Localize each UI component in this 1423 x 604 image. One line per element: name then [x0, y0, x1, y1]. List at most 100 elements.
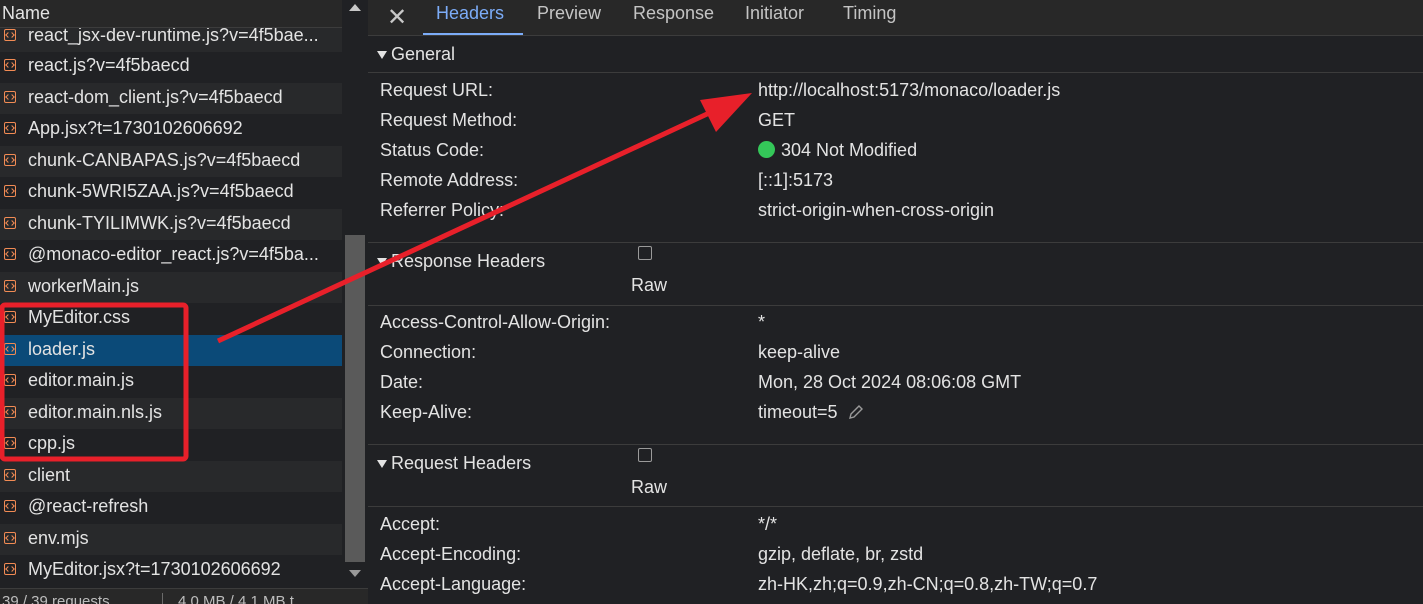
scrollbar-thumb[interactable] [345, 235, 365, 562]
request-name: react-dom_client.js?v=4f5baecd [28, 87, 283, 107]
request-row[interactable]: env.mjs [0, 524, 342, 555]
file-code-icon [4, 248, 16, 260]
header-key: Keep-Alive: [380, 402, 473, 422]
header-key: Date: [380, 372, 424, 392]
scroll-up-arrow-icon[interactable] [349, 4, 361, 11]
name-column-header[interactable]: Name [0, 0, 342, 28]
request-name: client [28, 465, 71, 485]
response-raw-checkbox[interactable] [638, 246, 652, 260]
request-headers-section-header[interactable]: Request Headers [368, 453, 1423, 479]
header-key: Referrer Policy: [380, 200, 505, 220]
status-divider [162, 593, 163, 604]
file-code-icon [4, 374, 16, 386]
header-value[interactable]: */* [758, 514, 777, 535]
header-value[interactable]: zh-HK,zh;q=0.9,zh-CN;q=0.8,zh-TW;q=0.7 [758, 574, 1097, 595]
status-bar: 39 / 39 requests 4.0 MB / 4.1 MB t [0, 588, 368, 604]
request-name: cpp.js [28, 433, 76, 453]
header-value[interactable]: GET [758, 110, 795, 131]
file-code-icon [4, 406, 16, 418]
header-value[interactable]: strict-origin-when-cross-origin [758, 200, 994, 221]
header-value[interactable]: * [758, 312, 765, 333]
request-name: editor.main.js [28, 370, 135, 390]
request-name: react_jsx-dev-runtime.js?v=4f5bae... [28, 28, 319, 45]
request-name: @monaco-editor_react.js?v=4f5ba... [28, 244, 319, 264]
request-row[interactable]: chunk-CANBAPAS.js?v=4f5baecd [0, 146, 342, 177]
header-key: Accept-Encoding: [380, 544, 522, 564]
header-value[interactable]: gzip, deflate, br, zstd [758, 544, 923, 565]
request-name: react.js?v=4f5baecd [28, 55, 190, 75]
active-tab-indicator [423, 33, 523, 35]
response-headers-section-header[interactable]: Response Headers [368, 251, 1423, 277]
file-code-icon [4, 280, 16, 292]
tab-preview[interactable]: Preview [537, 3, 601, 24]
header-key: Request Method: [380, 110, 518, 130]
request-row[interactable]: App.jsx?t=1730102606692 [0, 114, 342, 145]
triangle-down-icon [377, 258, 387, 266]
header-value[interactable]: http://localhost:5173/monaco/loader.js [758, 80, 1060, 101]
triangle-down-icon [377, 51, 387, 59]
details-tab-bar: ✕ Headers Preview Response Initiator Tim… [368, 0, 1423, 36]
close-icon[interactable]: ✕ [387, 3, 407, 32]
scroll-down-arrow-icon[interactable] [349, 570, 361, 577]
request-list-scrollbar[interactable] [342, 0, 368, 588]
pencil-icon[interactable] [848, 404, 864, 420]
request-name: loader.js [28, 339, 96, 359]
request-list-pane: Name react_jsx-dev-runtime.js?v=4f5bae..… [0, 0, 368, 604]
tab-headers[interactable]: Headers [436, 3, 504, 24]
header-key: Accept: [380, 514, 441, 534]
request-raw-checkbox[interactable] [638, 448, 652, 462]
request-row[interactable]: react_jsx-dev-runtime.js?v=4f5bae... [0, 28, 342, 52]
request-row[interactable]: editor.main.nls.js [0, 398, 342, 429]
request-name: editor.main.nls.js [28, 402, 163, 422]
header-value[interactable]: Mon, 28 Oct 2024 08:06:08 GMT [758, 372, 1021, 393]
tab-initiator[interactable]: Initiator [745, 3, 804, 24]
file-code-icon [4, 500, 16, 512]
request-row[interactable]: chunk-5WRI5ZAA.js?v=4f5baecd [0, 177, 342, 208]
status-dot-icon [758, 141, 775, 158]
request-row[interactable]: cpp.js [0, 429, 342, 460]
response-headers-title: Response Headers [391, 251, 546, 271]
status-code-value[interactable]: 304 Not Modified [758, 140, 917, 161]
divider [368, 305, 1423, 306]
header-value[interactable]: [::1]:5173 [758, 170, 833, 191]
request-name: chunk-5WRI5ZAA.js?v=4f5baecd [28, 181, 294, 201]
divider [368, 506, 1423, 507]
file-code-icon [4, 59, 16, 71]
response-raw-label[interactable]: Raw [631, 275, 667, 296]
request-row[interactable]: chunk-TYILIMWK.js?v=4f5baecd [0, 209, 342, 240]
request-row[interactable]: @react-refresh [0, 492, 342, 523]
request-name: @react-refresh [28, 496, 149, 516]
file-code-icon [4, 469, 16, 481]
request-row[interactable]: editor.main.js [0, 366, 342, 397]
triangle-down-icon [377, 460, 387, 468]
general-section-header[interactable]: General [368, 44, 1423, 70]
request-row[interactable]: react-dom_client.js?v=4f5baecd [0, 83, 342, 114]
header-key: Accept-Language: [380, 574, 527, 594]
request-name: workerMain.js [28, 276, 140, 296]
file-code-icon [4, 532, 16, 544]
keep-alive-value[interactable]: timeout=5 [758, 402, 864, 423]
request-headers-title: Request Headers [391, 453, 532, 473]
request-name: MyEditor.jsx?t=1730102606692 [28, 559, 281, 579]
request-row[interactable]: react.js?v=4f5baecd [0, 51, 342, 82]
transferred-size: 4.0 MB / 4.1 MB t [178, 593, 294, 604]
header-key: Request URL: [380, 80, 494, 100]
header-value: timeout=5 [758, 402, 838, 422]
tab-timing[interactable]: Timing [843, 3, 896, 24]
request-row[interactable]: @monaco-editor_react.js?v=4f5ba... [0, 240, 342, 271]
request-rows: react_jsx-dev-runtime.js?v=4f5bae... rea… [0, 28, 342, 588]
header-value[interactable]: keep-alive [758, 342, 840, 363]
request-row[interactable]: MyEditor.css [0, 303, 342, 334]
request-row[interactable]: client [0, 461, 342, 492]
file-code-icon [4, 437, 16, 449]
header-key: Access-Control-Allow-Origin: [380, 312, 611, 332]
request-row[interactable]: MyEditor.jsx?t=1730102606692 [0, 555, 342, 586]
file-code-icon [4, 122, 16, 134]
request-row[interactable]: workerMain.js [0, 272, 342, 303]
divider [368, 444, 1423, 445]
request-row-selected[interactable]: loader.js [0, 335, 342, 366]
request-raw-label[interactable]: Raw [631, 477, 667, 498]
tab-response[interactable]: Response [633, 3, 714, 24]
file-code-icon [4, 217, 16, 229]
file-code-icon [4, 185, 16, 197]
